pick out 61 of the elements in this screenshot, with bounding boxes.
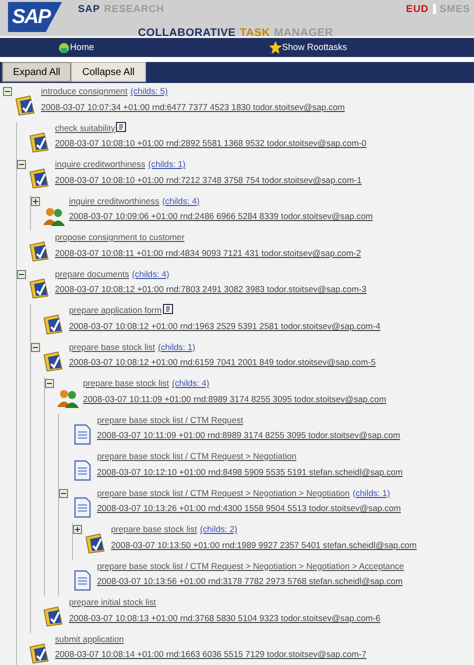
home-link[interactable]: Home (70, 40, 94, 54)
task-details: 2008-03-07 10:13:56 +01:00 rnd:3178 7782 2973 5768 stefan.scheidl@sap.com (97, 575, 404, 588)
note-icon[interactable] (162, 304, 173, 314)
childs-link[interactable]: (childs: 1) (352, 488, 390, 498)
collapse-icon[interactable] (45, 379, 54, 388)
title-word: TASK (240, 26, 270, 41)
task-link[interactable]: check suitability (55, 122, 116, 132)
task-details: 2008-03-07 10:08:12 +01:00 rnd:1963 2529 5391 2581 todor.stoitsev@sap.com-4 (69, 320, 380, 333)
task-details: 2008-03-07 10:07:34 +01:00 rnd:6477 7377 4523 1830 todor.stoitsev@sap.com (41, 100, 345, 114)
task-link[interactable]: propose consignment to customer (55, 232, 184, 242)
collapse-icon[interactable] (31, 342, 40, 352)
task-link[interactable]: prepare base stock list (111, 524, 197, 534)
roottasks-link[interactable]: Show Roottasks (282, 40, 348, 54)
expand-icon[interactable] (31, 196, 40, 206)
task-details: 2008-03-07 10:08:11 +01:00 rnd:4834 9093 7121 431 todor.stoitsev@sap.com-2 (55, 246, 361, 260)
task-link[interactable]: inquire creditworthiness (55, 159, 146, 169)
task-details: 2008-03-07 10:11:09 +01:00 rnd:8989 3174 8255 3095 todor.stoitsev@sap.com (97, 429, 400, 442)
childs-link[interactable]: (childs: 5) (130, 86, 168, 96)
star-icon (269, 41, 282, 54)
task-link[interactable]: prepare documents (55, 268, 130, 278)
task-link[interactable]: submit application (55, 634, 124, 644)
task-details: 2008-03-07 10:08:12 +01:00 rnd:7803 2491 3082 3983 todor.stoitsev@sap.com-3 (55, 283, 366, 296)
collapse-icon[interactable] (3, 87, 12, 96)
home-icon (58, 42, 70, 54)
task-link[interactable]: introduce consignment (41, 86, 128, 96)
childs-link[interactable]: (childs: 2) (200, 524, 238, 534)
expand-icon[interactable] (73, 525, 82, 534)
note-icon[interactable] (116, 122, 126, 132)
brand-word: SAP (78, 3, 100, 17)
task-link[interactable]: prepare base stock list / CTM Request > Negotiation (97, 451, 296, 461)
task-link[interactable]: prepare base stock list (83, 378, 169, 388)
expand-all-button[interactable]: Expand All (2, 62, 72, 82)
header-tag: EUD (406, 2, 429, 36)
task-details: 2008-03-07 10:13:26 +01:00 rnd:4300 1558 9504 5513 todor.stoitsev@sap.com (97, 502, 401, 516)
task-details: 2008-03-07 10:11:09 +01:00 rnd:8989 3174 8255 3095 todor.stoitsev@sap.com (83, 392, 386, 406)
task-details: 2008-03-07 10:08:12 +01:00 rnd:6159 7041 2001 849 todor.stoitsev@sap.com-5 (69, 356, 376, 370)
task-details: 2008-03-07 10:08:14 +01:00 rnd:1663 6036 5515 7129 todor.stoitsev@sap.com-7 (55, 648, 366, 662)
task-link[interactable]: prepare initial stock list (69, 597, 156, 607)
task-details: 2008-03-07 10:09:06 +01:00 rnd:2486 6966 5284 8339 todor.stoitsev@sap.com (69, 210, 373, 224)
task-details: 2008-03-07 10:08:10 +01:00 rnd:2892 5581 1368 9532 todor.stoitsev@sap.com-0 (55, 137, 366, 150)
task-link[interactable]: inquire creditworthiness (69, 196, 160, 206)
collapse-icon[interactable] (17, 160, 26, 169)
task-details: 2008-03-07 10:13:50 +01:00 rnd:1989 9927 2357 5401 stefan.scheidl@sap.com (111, 538, 417, 552)
childs-link[interactable]: (childs: 4) (132, 268, 170, 278)
collapse-all-button[interactable]: Collapse All (71, 62, 146, 82)
task-details: 2008-03-07 10:12:10 +01:00 rnd:8498 5909 5535 5191 stefan.scheidl@sap.com (97, 466, 403, 479)
childs-link[interactable]: (childs: 4) (162, 196, 200, 206)
childs-link[interactable]: (childs: 1) (148, 159, 186, 169)
collapse-icon[interactable] (17, 270, 26, 278)
collapse-icon[interactable] (59, 488, 68, 498)
childs-link[interactable]: (childs: 1) (158, 342, 196, 352)
sap-logo: SAP (8, 2, 62, 32)
childs-link[interactable]: (childs: 4) (172, 378, 210, 388)
task-link[interactable]: prepare base stock list / CTM Request > Negotiation > Negotiation (97, 488, 350, 498)
task-details: 2008-03-07 10:08:13 +01:00 rnd:3768 5830 5104 9323 todor.stoitsev@sap.com-6 (69, 612, 380, 625)
task-link[interactable]: prepare base stock list / CTM Request > Negotiation > Negotiation > Acceptance (97, 560, 404, 570)
task-link[interactable]: prepare application form (69, 305, 162, 315)
task-link[interactable]: prepare base stock list (69, 342, 155, 352)
title-word: COLLABORATIVE (138, 26, 236, 41)
task-details: 2008-03-07 10:08:10 +01:00 rnd:7212 3748 3758 754 todor.stoitsev@sap.com-1 (55, 174, 362, 187)
task-link[interactable]: prepare base stock list / CTM Request (97, 414, 244, 424)
